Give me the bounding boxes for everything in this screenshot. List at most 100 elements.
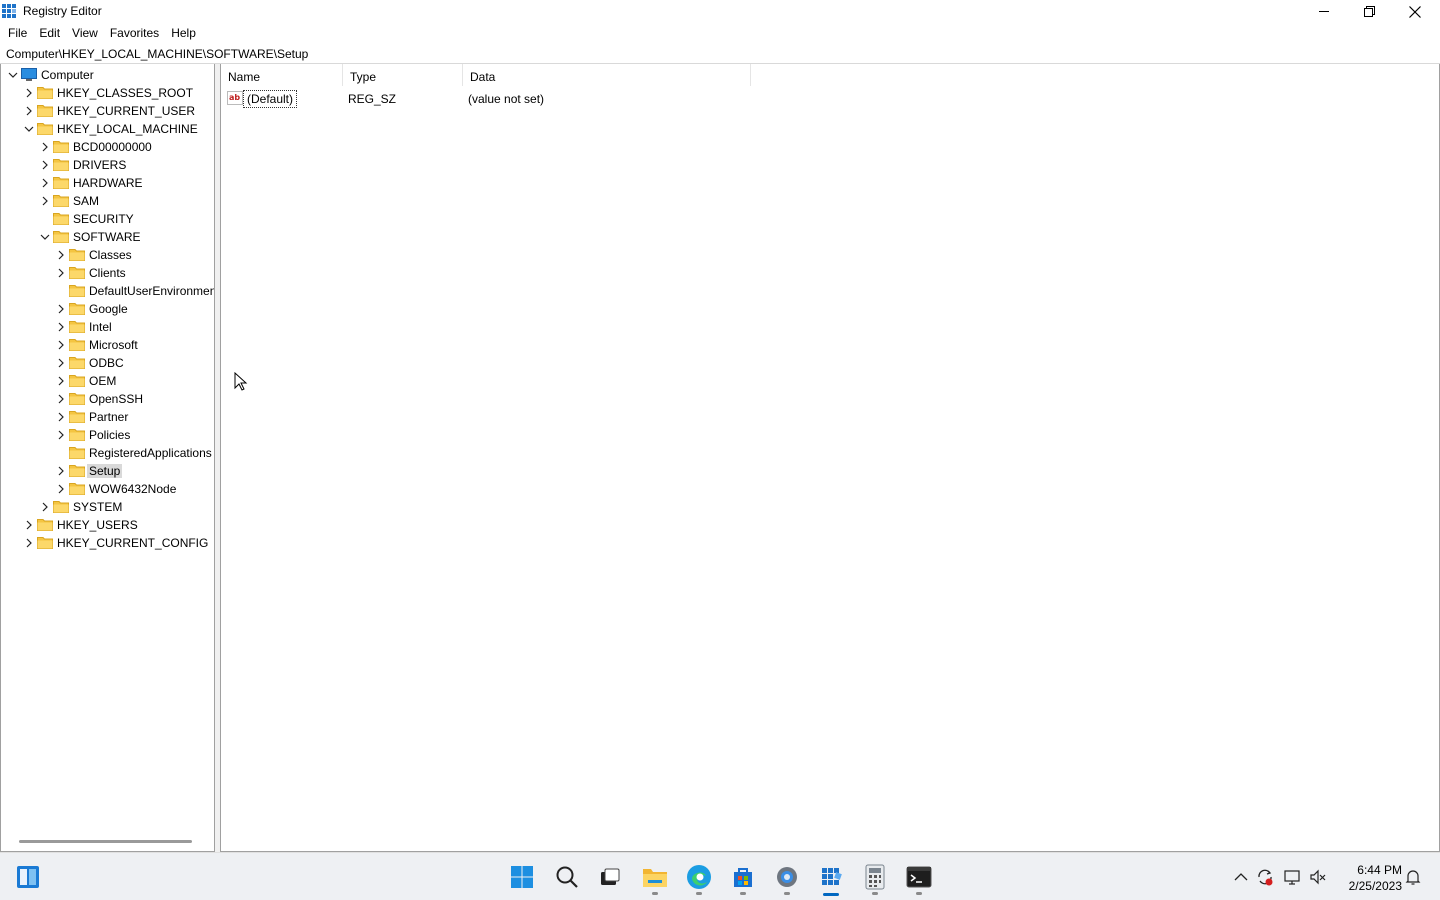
- tree-item-drivers[interactable]: DRIVERS: [1, 156, 214, 174]
- widgets-icon: [17, 866, 39, 888]
- value-row[interactable]: ab (Default) REG_SZ (value not set): [221, 89, 821, 109]
- chevron-right-icon[interactable]: [39, 501, 51, 513]
- chevron-right-icon[interactable]: [23, 537, 35, 549]
- chevron-right-icon[interactable]: [55, 267, 67, 279]
- chevron-right-icon[interactable]: [23, 105, 35, 117]
- volume-tray-button[interactable]: [1309, 868, 1327, 886]
- tree-item-hkey-current-user[interactable]: HKEY_CURRENT_USER: [1, 102, 214, 120]
- store-button[interactable]: [729, 863, 757, 891]
- terminal-button[interactable]: [905, 863, 933, 891]
- chevron-right-icon[interactable]: [55, 483, 67, 495]
- update-tray-button[interactable]: [1256, 868, 1274, 886]
- settings-button[interactable]: [773, 863, 801, 891]
- start-button[interactable]: [508, 863, 536, 891]
- svg-text:ab: ab: [229, 93, 240, 102]
- file-explorer-button[interactable]: [641, 863, 669, 891]
- minimize-button[interactable]: [1301, 0, 1347, 23]
- chevron-right-icon[interactable]: [55, 339, 67, 351]
- chevron-right-icon[interactable]: [55, 303, 67, 315]
- chevron-right-icon[interactable]: [55, 393, 67, 405]
- chevron-right-icon[interactable]: [55, 375, 67, 387]
- chevron-right-icon[interactable]: [39, 159, 51, 171]
- minimize-icon: [1318, 11, 1329, 12]
- chevron-right-icon[interactable]: [39, 177, 51, 189]
- tree-item-odbc[interactable]: ODBC: [1, 354, 214, 372]
- menu-favorites[interactable]: Favorites: [104, 24, 165, 42]
- chevron-down-icon[interactable]: [23, 123, 35, 135]
- chevron-right-icon[interactable]: [39, 141, 51, 153]
- menu-file[interactable]: File: [2, 24, 33, 42]
- chevron-down-icon[interactable]: [39, 231, 51, 243]
- network-icon: [1284, 870, 1300, 885]
- tree-item-system[interactable]: SYSTEM: [1, 498, 214, 516]
- tree-item-wow6432node[interactable]: WOW6432Node: [1, 480, 214, 498]
- folder-icon: [53, 141, 69, 153]
- chevron-right-icon[interactable]: [23, 519, 35, 531]
- value-list[interactable]: Name Type Data ab (Default) REG_SZ (valu…: [220, 64, 1440, 852]
- tree-item-bcd00000000[interactable]: BCD00000000: [1, 138, 214, 156]
- tree-item-classes[interactable]: Classes: [1, 246, 214, 264]
- clock[interactable]: 6:44 PM 2/25/2023: [1336, 862, 1402, 894]
- tree-item-sam[interactable]: SAM: [1, 192, 214, 210]
- menu-edit[interactable]: Edit: [33, 24, 66, 42]
- chevron-right-icon[interactable]: [39, 195, 51, 207]
- tree-item-oem[interactable]: OEM: [1, 372, 214, 390]
- regedit-icon: [2, 4, 17, 19]
- mouse-cursor-icon: [234, 372, 248, 391]
- chevron-right-icon[interactable]: [23, 87, 35, 99]
- show-hidden-icons-button[interactable]: [1232, 868, 1250, 886]
- tree-item-hardware[interactable]: HARDWARE: [1, 174, 214, 192]
- chevron-down-icon[interactable]: [7, 69, 19, 81]
- registry-editor-button[interactable]: [817, 863, 845, 891]
- address-bar[interactable]: Computer\HKEY_LOCAL_MACHINE\SOFTWARE\Set…: [0, 44, 1440, 64]
- tree-item-label: Setup: [87, 464, 123, 478]
- notifications-button[interactable]: [1404, 868, 1422, 886]
- chevron-right-icon[interactable]: [55, 249, 67, 261]
- chevron-right-icon[interactable]: [55, 411, 67, 423]
- tree-item-google[interactable]: Google: [1, 300, 214, 318]
- tree-item-hkey-classes-root[interactable]: HKEY_CLASSES_ROOT: [1, 84, 214, 102]
- tree-item-microsoft[interactable]: Microsoft: [1, 336, 214, 354]
- restore-button[interactable]: [1346, 0, 1392, 23]
- tree-item-clients[interactable]: Clients: [1, 264, 214, 282]
- tree-item-label: HKEY_USERS: [57, 518, 138, 532]
- task-view-button[interactable]: [596, 863, 624, 891]
- title-bar[interactable]: Registry Editor: [0, 0, 1440, 23]
- network-tray-button[interactable]: [1283, 868, 1301, 886]
- tree-item-intel[interactable]: Intel: [1, 318, 214, 336]
- horizontal-scrollbar[interactable]: [19, 840, 192, 843]
- column-header-name[interactable]: Name: [221, 64, 343, 86]
- tree-item-security[interactable]: SECURITY: [1, 210, 214, 228]
- chevron-right-icon[interactable]: [55, 465, 67, 477]
- tree-item-partner[interactable]: Partner: [1, 408, 214, 426]
- tree-item-hkey-current-config[interactable]: HKEY_CURRENT_CONFIG: [1, 534, 214, 552]
- tree-item-defaultuserenvironmen[interactable]: DefaultUserEnvironmen: [1, 282, 214, 300]
- close-icon: [1409, 5, 1421, 18]
- tree-item-openssh[interactable]: OpenSSH: [1, 390, 214, 408]
- value-name[interactable]: (Default): [243, 90, 298, 108]
- calculator-button[interactable]: [861, 863, 889, 891]
- window-title: Registry Editor: [23, 4, 102, 18]
- terminal-icon: [906, 866, 932, 888]
- menu-help[interactable]: Help: [165, 24, 202, 42]
- address-path[interactable]: Computer\HKEY_LOCAL_MACHINE\SOFTWARE\Set…: [6, 47, 308, 61]
- search-button[interactable]: [553, 863, 581, 891]
- chevron-right-icon[interactable]: [55, 357, 67, 369]
- tree-item-computer[interactable]: Computer: [1, 66, 214, 84]
- tree-item-registeredapplications[interactable]: RegisteredApplications: [1, 444, 214, 462]
- column-header-type[interactable]: Type: [343, 64, 463, 86]
- key-tree[interactable]: Computer HKEY_CLASSES_ROOT HKEY_CURRENT_US…: [0, 64, 215, 852]
- widgets-button[interactable]: [14, 863, 42, 891]
- tree-item-hkey-local-machine[interactable]: HKEY_LOCAL_MACHINE: [1, 120, 214, 138]
- tree-item-policies[interactable]: Policies: [1, 426, 214, 444]
- column-header-data[interactable]: Data: [463, 64, 751, 86]
- edge-button[interactable]: [685, 863, 713, 891]
- close-button[interactable]: [1392, 0, 1438, 23]
- computer-icon: [21, 68, 37, 81]
- tree-item-software[interactable]: SOFTWARE: [1, 228, 214, 246]
- tree-item-hkey-users[interactable]: HKEY_USERS: [1, 516, 214, 534]
- chevron-right-icon[interactable]: [55, 321, 67, 333]
- menu-view[interactable]: View: [66, 24, 104, 42]
- tree-item-setup[interactable]: Setup: [1, 462, 214, 480]
- chevron-right-icon[interactable]: [55, 429, 67, 441]
